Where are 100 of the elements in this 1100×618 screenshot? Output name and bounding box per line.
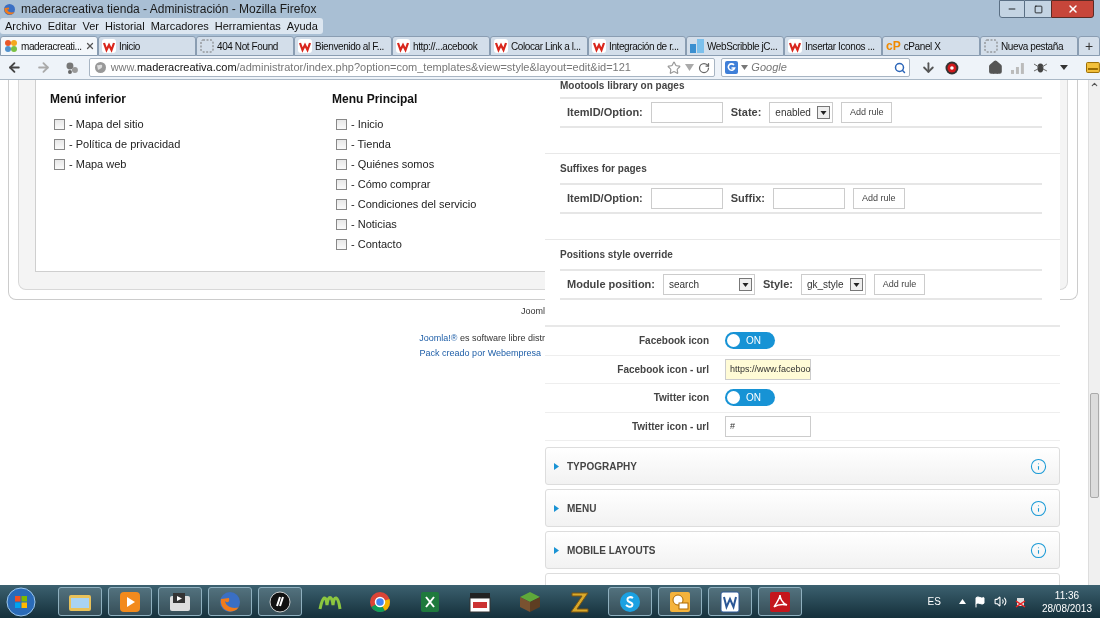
input-field[interactable] [773,188,845,209]
home-icon[interactable] [987,60,1003,75]
bug-icon[interactable] [1033,61,1049,74]
gears-icon[interactable] [64,60,79,75]
info-icon[interactable] [1030,541,1047,559]
checkbox[interactable] [54,138,65,150]
field-label: State: [730,105,762,121]
checkbox[interactable] [336,178,347,190]
menu-item[interactable]: Editar [44,17,80,35]
fox-globe-icon [3,2,16,16]
accordion-header[interactable]: TYPOGRAPHY [545,447,1060,485]
joomla-link[interactable]: Joomla!® [419,332,458,343]
address-field[interactable]: www.maderacreativa.com/administrator/index.php?option=com_templates&view=style&layout=edit&id=121 [88,58,716,77]
browser-tab[interactable]: Bienvenido al F... [294,36,392,56]
taskbar-app[interactable] [258,587,302,616]
document-icon [717,588,743,615]
scroll-up-icon[interactable] [1090,80,1099,89]
checkbox[interactable] [336,198,347,210]
browser-tab[interactable]: maderacreati... [0,36,98,56]
scrollbar-thumb[interactable] [1090,393,1099,498]
add-rule-button[interactable]: Add rule [840,102,893,123]
language-indicator[interactable]: ES [927,594,941,609]
taskbar-app[interactable] [758,587,802,616]
zigzag-logo-icon [102,39,116,53]
taskbar-app[interactable] [708,587,752,616]
add-rule-button[interactable]: Add rule [873,274,926,295]
setting-label: Twitter icon - url [630,419,709,434]
section-title: Mootools library on pages [560,80,686,92]
browser-tab[interactable]: Inicio [98,36,196,56]
url-field[interactable]: https://www.faceboo [725,358,811,380]
checkbox-label: - Cómo comprar [351,176,431,192]
checkbox[interactable] [336,238,347,250]
taskbar-app[interactable] [158,587,202,616]
show-hidden-icon[interactable] [958,599,966,604]
browser-tab[interactable]: http://...acebook [392,36,490,56]
volume-icon[interactable] [993,595,1007,608]
search-field[interactable]: Google [721,58,910,77]
taskbar-app[interactable] [108,587,152,616]
checkbox[interactable] [54,158,65,170]
record-icon[interactable] [944,60,959,75]
panel-icon[interactable] [1086,62,1100,73]
checkbox-label: - Tienda [351,136,391,152]
menu-item[interactable]: Ayuda [283,17,321,35]
add-rule-button[interactable]: Add rule [853,188,905,209]
back-icon[interactable] [7,60,22,75]
info-icon[interactable] [1030,499,1047,517]
browser-tab[interactable]: cP cPanel X [882,36,980,56]
maximize-icon [1033,4,1043,14]
url-field[interactable]: # [725,415,811,437]
scrollbar[interactable] [1088,80,1100,585]
accordion-header[interactable]: MOBILE LAYOUTS [545,531,1060,569]
setting-label: Facebook icon [638,334,709,349]
dropdown[interactable]: search [663,274,755,295]
close-icon[interactable] [84,41,95,51]
menu-item[interactable]: Historial [101,17,148,35]
taskbar-app[interactable] [608,587,652,616]
browser-tab[interactable]: 404 Not Found [196,36,294,56]
setting-label: Twitter icon [652,391,709,406]
pack-link[interactable]: Pack creado por Webempresa [419,347,541,361]
search-icon[interactable] [893,61,906,74]
checkbox[interactable] [336,138,347,150]
dropdown-arrow-icon[interactable] [741,65,749,70]
section-title: Positions style override [560,249,674,261]
start-orb-icon[interactable] [6,586,36,617]
download-icon[interactable] [920,60,936,75]
dropdown[interactable]: gk_style [800,274,866,295]
caret-icon[interactable] [1060,65,1069,70]
bookmark-star-icon[interactable] [667,60,682,75]
taskbar-app[interactable] [658,587,702,616]
browser-tab[interactable]: Integración de r... [588,36,686,56]
menu-heading: Menú inferior [50,91,127,108]
browser-tab[interactable]: Nueva pestaña [980,36,1078,56]
close-button[interactable] [1051,0,1094,18]
dropdown[interactable]: enabled [769,102,833,123]
page-icon [200,39,214,53]
power-plug-icon[interactable] [1014,595,1026,608]
checkbox[interactable] [54,118,65,130]
new-tab-button[interactable]: + [1078,36,1100,56]
maximize-button[interactable] [1025,0,1051,18]
accordion-header[interactable]: MENU [545,489,1060,527]
minimize-button[interactable] [999,0,1025,18]
browser-tab[interactable]: Insertar Iconos ... [784,36,882,56]
browser-tab[interactable]: WebScribble jC... [686,36,784,56]
menu-item[interactable]: Ver [79,17,102,35]
input-field[interactable] [650,102,723,123]
browser-tab[interactable]: Colocar Link a l... [490,36,588,56]
field-label: Module position: [567,277,655,293]
caret-icon [739,278,752,291]
input-field[interactable] [650,188,723,209]
info-icon[interactable] [1030,457,1047,475]
reload-icon[interactable] [698,61,711,74]
menu-item[interactable]: Herramientas [211,17,284,35]
clock[interactable]: 11:36 28/08/2013 [1041,588,1092,615]
menu-item[interactable]: Archivo [2,17,45,35]
checkbox[interactable] [336,218,347,230]
flag-icon[interactable] [973,595,986,608]
checkbox[interactable] [336,158,347,170]
menu-item[interactable]: Marcadores [147,17,212,35]
checkbox[interactable] [336,118,347,130]
caret-icon [816,106,830,119]
